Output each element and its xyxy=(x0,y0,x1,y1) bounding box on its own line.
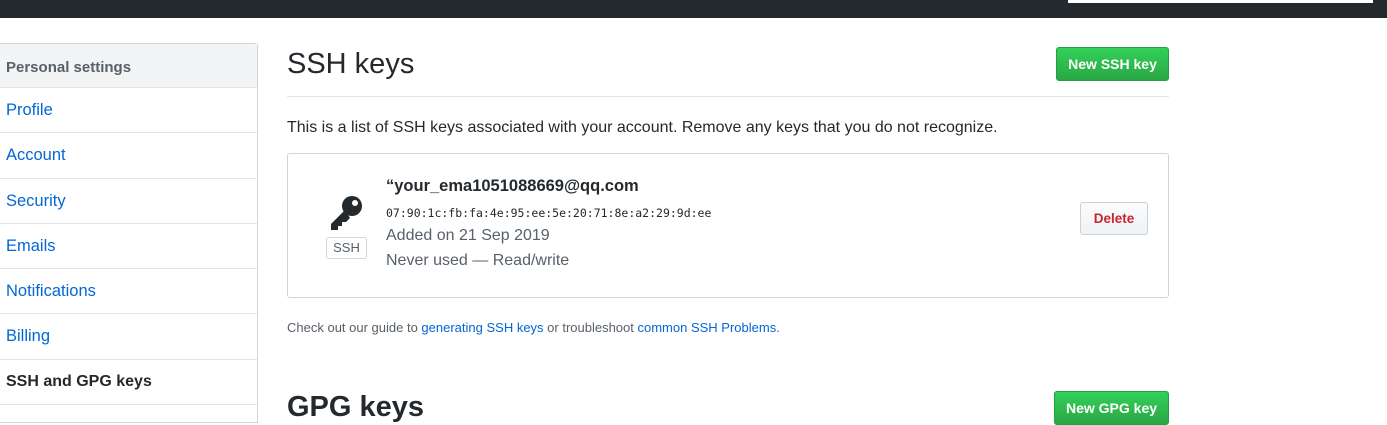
ssh-keys-description: This is a list of SSH keys associated wi… xyxy=(287,119,998,136)
ssh-guide-text: Check out our guide to generating SSH ke… xyxy=(287,320,780,335)
ssh-key-fingerprint: 07:90:1c:fb:fa:4e:95:ee:5e:20:71:8e:a2:2… xyxy=(386,206,712,220)
new-gpg-key-button[interactable]: New GPG key xyxy=(1054,391,1169,425)
main-content: SSH keys New SSH key This is a list of S… xyxy=(287,43,1169,425)
common-ssh-problems-link[interactable]: common SSH Problems xyxy=(638,320,777,335)
sidebar-heading: Personal settings xyxy=(0,44,257,88)
key-icon xyxy=(331,196,362,230)
sidebar-item-ssh-gpg-keys[interactable]: SSH and GPG keys xyxy=(0,360,257,406)
ssh-key-list: SSH “your_ema1051088669@qq.com 07:90:1c:… xyxy=(287,153,1169,298)
sidebar-item-profile[interactable]: Profile xyxy=(0,88,257,134)
ssh-keys-header: SSH keys New SSH key xyxy=(287,43,1169,97)
sidebar-item-account[interactable]: Account xyxy=(0,133,257,179)
sidebar-item-security[interactable]: Security xyxy=(0,179,257,224)
gpg-keys-title: GPG keys xyxy=(287,391,425,423)
ssh-key-usage: Never used — Read/write xyxy=(386,252,570,269)
sidebar-item-billing[interactable]: Billing xyxy=(0,314,257,360)
delete-ssh-key-button[interactable]: Delete xyxy=(1080,202,1148,235)
sidebar-item-emails[interactable]: Emails xyxy=(0,224,257,270)
ssh-key-title: “your_ema1051088669@qq.com xyxy=(386,177,639,195)
search-input[interactable] xyxy=(1068,0,1373,3)
guide-middle: or troubleshoot xyxy=(543,320,638,335)
guide-suffix: . xyxy=(776,320,780,335)
guide-prefix: Check out our guide to xyxy=(287,320,422,335)
generating-ssh-keys-link[interactable]: generating SSH keys xyxy=(421,320,543,335)
page-title: SSH keys xyxy=(287,48,415,80)
top-navigation-bar xyxy=(0,0,1387,18)
new-ssh-key-button[interactable]: New SSH key xyxy=(1056,47,1169,81)
sidebar-item-notifications[interactable]: Notifications xyxy=(0,269,257,315)
ssh-key-added-date: Added on 21 Sep 2019 xyxy=(386,227,550,244)
ssh-key-type-badge: SSH xyxy=(326,237,367,259)
settings-sidebar: Personal settings Profile Account Securi… xyxy=(0,43,258,423)
